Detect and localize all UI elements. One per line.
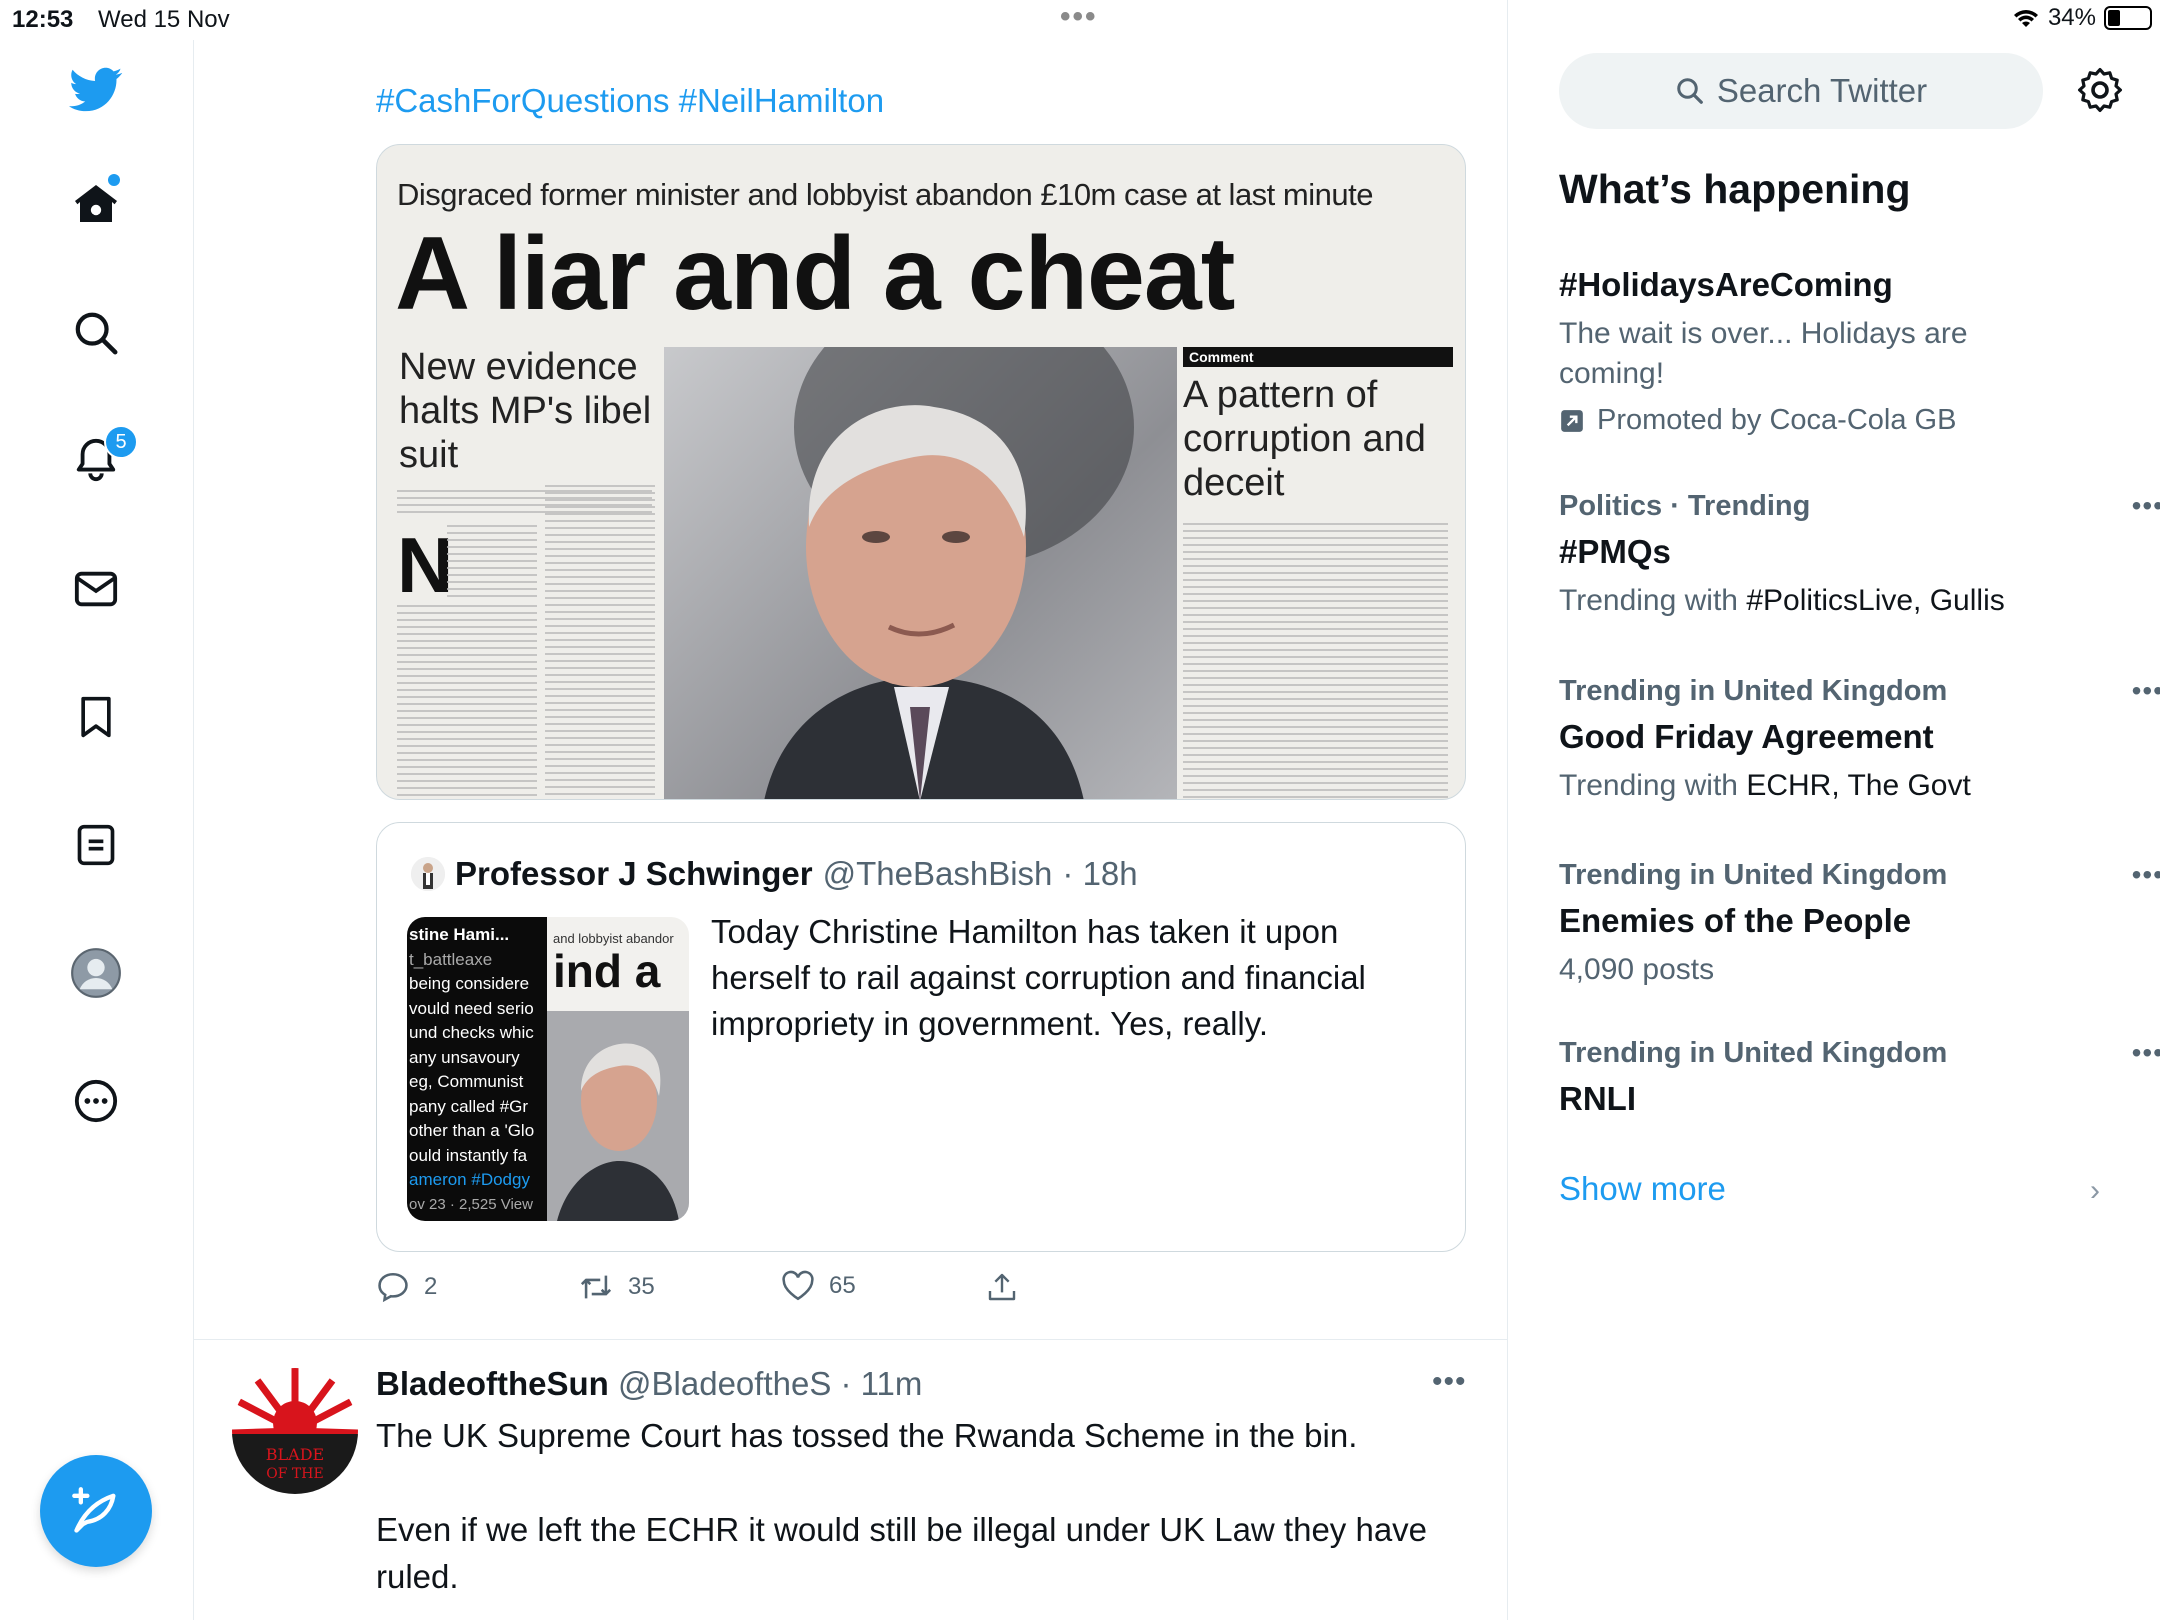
bookmarks-icon[interactable] (56, 677, 136, 757)
show-more-link[interactable]: Show more (1559, 1170, 1726, 1208)
quoted-tweet-text: Today Christine Hamilton has taken it up… (711, 913, 1366, 1042)
search-placeholder: Search Twitter (1716, 72, 1928, 109)
trend-title: #HolidaysAreComing (1559, 266, 1893, 303)
heart-icon (782, 1270, 814, 1301)
like-button[interactable]: 65 (781, 1270, 856, 1302)
trend-description: 4,090 posts (1559, 953, 1715, 986)
quoted-tweet-time: · 18h (1062, 855, 1138, 892)
trend-more-icon[interactable]: ••• (2132, 675, 2160, 707)
wifi-icon (2013, 10, 2038, 27)
retweet-button[interactable]: 35 (578, 1270, 655, 1304)
reply-button[interactable]: 2 (376, 1270, 437, 1304)
search-icon (1677, 78, 1703, 104)
compose-tweet-button[interactable] (40, 1455, 152, 1567)
quoted-media-screenshot: stine Hami... t_battleaxe being consider… (407, 917, 547, 1221)
share-button[interactable] (986, 1270, 1018, 1304)
profile-avatar-icon[interactable] (56, 933, 136, 1013)
trend-item[interactable]: Trending in United Kingdom Enemies of th… (1559, 859, 2160, 990)
trend-item[interactable]: #HolidaysAreComing The wait is over... H… (1559, 266, 2119, 437)
quoted-author-name: Professor J Schwinger (455, 855, 813, 892)
trend-context: Trending in United Kingdom (1559, 675, 1948, 707)
tweet2-author-handle[interactable]: @BladeoftheS (618, 1365, 831, 1402)
share-icon (988, 1273, 1016, 1301)
trend-description: Trending with ECHR, The Govt (1559, 769, 1971, 802)
tweet2-header: BladeoftheSun @BladeoftheS · 11m (376, 1365, 922, 1403)
trend-title: RNLI (1559, 1080, 1636, 1117)
tweet2-time[interactable]: · 11m (841, 1365, 923, 1402)
trend-description: Trending with #PoliticsLive, Gullis (1559, 584, 2005, 617)
trend-more-icon[interactable]: ••• (2132, 1037, 2160, 1069)
chevron-right-icon: › (2090, 1174, 2100, 1207)
newspaper-subheadline: Disgraced former minister and lobbyist a… (397, 177, 1373, 212)
trend-title: Good Friday Agreement (1559, 718, 1934, 755)
tweet2-more-icon[interactable]: ••• (1432, 1365, 1467, 1399)
newspaper-right-headline: A pattern of corruption and deceit (1183, 374, 1426, 504)
retweet-icon (580, 1275, 612, 1299)
tweet2-author-name[interactable]: BladeoftheSun (376, 1365, 609, 1402)
quoted-tweet[interactable]: Professor J Schwinger @TheBashBish · 18h… (376, 822, 1466, 1252)
compose-feather-icon (72, 1487, 116, 1533)
left-nav: 5 (0, 0, 193, 1620)
newspaper-portrait-photo (664, 347, 1177, 799)
tweet2-text: The UK Supreme Court has tossed the Rwan… (376, 1417, 1428, 1595)
status-right: 34% (2012, 4, 2152, 32)
trend-item[interactable]: Politics · Trending #PMQs Trending with … (1559, 490, 2160, 621)
notifications-bell-icon[interactable]: 5 (56, 420, 138, 500)
promoted-label: Promoted by Coca-Cola GB (1559, 404, 2119, 437)
twitter-logo-icon[interactable] (56, 50, 136, 130)
quoted-author-handle: @TheBashBish (822, 855, 1053, 892)
whats-happening-heading: What’s happening (1559, 166, 1911, 212)
search-input[interactable]: Search Twitter (1559, 53, 2043, 129)
home-unread-dot (108, 174, 120, 186)
quoted-media-newspaper-crop: and lobbyist abandor ind a (547, 917, 689, 1221)
more-options-icon[interactable] (56, 1061, 136, 1141)
trend-more-icon[interactable]: ••• (2132, 859, 2160, 891)
reply-count: 2 (424, 1273, 438, 1300)
status-bar: 12:53 Wed 15 Nov ••• 34% (0, 0, 2160, 40)
newspaper-comment-tag: Comment (1183, 347, 1453, 367)
promoted-by-text: Promoted by Coca-Cola GB (1597, 404, 1957, 436)
settings-gear-icon[interactable] (2076, 66, 2124, 114)
trend-description: The wait is over... Holidays are coming! (1559, 317, 1968, 390)
newspaper-comment-column: Comment A pattern of corruption and dece… (1183, 347, 1453, 505)
quoted-author-avatar (411, 857, 445, 891)
search-icon[interactable] (56, 293, 136, 373)
tweet-media-newspaper-image[interactable]: Disgraced former minister and lobbyist a… (376, 144, 1466, 800)
quoted-tweet-media[interactable]: stine Hami... t_battleaxe being consider… (407, 917, 689, 1221)
multitasking-dots-icon[interactable]: ••• (1060, 0, 1098, 34)
reply-icon (378, 1272, 408, 1303)
home-icon[interactable] (56, 164, 136, 244)
trend-context: Politics · Trending (1559, 490, 1811, 522)
retweet-count: 35 (628, 1273, 655, 1300)
lists-icon[interactable] (56, 805, 136, 885)
trend-title: Enemies of the People (1559, 902, 1912, 939)
tweet-actions-bar: 2 35 65 (376, 1270, 1076, 1310)
bladeofthesun-avatar[interactable]: BLADE OF THE (232, 1368, 358, 1494)
newspaper-dropcap: N (397, 521, 454, 609)
trend-context: Trending in United Kingdom (1559, 859, 1948, 891)
like-count: 65 (829, 1272, 856, 1299)
notifications-badge: 5 (104, 425, 138, 459)
svg-text:OF THE: OF THE (266, 1466, 323, 1482)
trend-item[interactable]: Trending in United Kingdom RNLI ••• (1559, 1037, 2160, 1118)
tweet-hashtags[interactable]: #CashForQuestions #NeilHamilton (376, 82, 884, 120)
trend-more-icon[interactable]: ••• (2132, 490, 2160, 522)
trend-context: Trending in United Kingdom (1559, 1037, 1948, 1069)
newspaper-headline: A liar and a cheat (395, 216, 1235, 332)
promoted-icon (1561, 409, 1583, 432)
trend-item[interactable]: Trending in United Kingdom Good Friday A… (1559, 675, 2160, 806)
avatar-text: BLADE (266, 1445, 324, 1464)
battery-icon (2104, 6, 2152, 30)
newspaper-left-headline: New evidence halts MP's libel suit (399, 346, 652, 476)
quoted-tweet-author: Professor J Schwinger @TheBashBish · 18h (411, 855, 1138, 893)
trend-title: #PMQs (1559, 533, 1671, 570)
battery-percent: 34% (2047, 4, 2096, 31)
messages-envelope-icon[interactable] (56, 549, 136, 629)
